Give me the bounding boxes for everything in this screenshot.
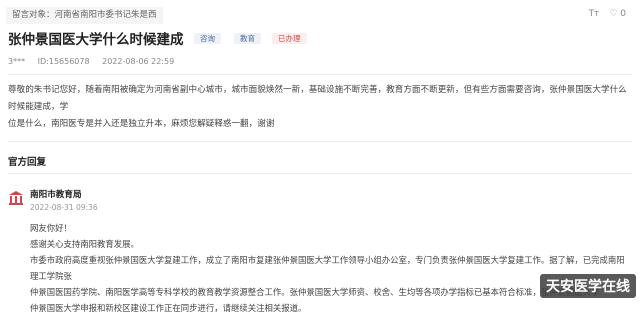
divider	[8, 173, 632, 174]
message-meta: 3*** ID:15656078 2022-08-06 22:59	[8, 57, 184, 66]
author: 3***	[8, 57, 26, 66]
tag-status-handled: 已办理	[272, 33, 307, 44]
divider	[8, 141, 632, 142]
reply-line: 仲景国医大学申报和新校区建设工作正在同步进行，请继续关注相关报道。	[30, 303, 307, 313]
heart-icon: ♡	[609, 9, 618, 19]
like-count: 0	[620, 9, 626, 19]
reply-content: 网友你好！ 感谢关心支持南阳教育发展。 市委市政府高度重视张仲景国医大学复建工作…	[30, 220, 630, 316]
like-button[interactable]: ♡ 0	[609, 9, 626, 19]
reply-org-name: 南阳市教育局	[30, 190, 82, 200]
reply-line: 感谢关心支持南阳教育发展。	[30, 239, 139, 249]
message-id: ID:15656078	[37, 57, 90, 66]
divider	[8, 74, 632, 75]
tag-education: 教育	[234, 33, 261, 44]
tag-consult: 咨询	[194, 33, 221, 44]
message-datetime: 2022-08-06 22:59	[102, 57, 175, 66]
page-title: 张仲景国医大学什么时候建成	[8, 32, 184, 48]
message-content: 尊敬的朱书记您好，随着南阳被确定为河南省副中心城市，城市面貌焕然一新，基础设施不…	[8, 82, 634, 133]
section-title: 官方回复	[8, 157, 47, 168]
reply-line: 网友你好！	[30, 223, 72, 233]
message-line: 位是什么，南阳医专是并入还是独立升本，麻烦您解疑释惑一翻，谢谢	[8, 119, 275, 129]
government-building-icon	[8, 190, 24, 210]
breadcrumb: 留言对象：河南省南阳市委书记朱是西	[6, 7, 163, 24]
message-line: 尊敬的朱书记您好，随着南阳被确定为河南省副中心城市，城市面貌焕然一新，基础设施不…	[8, 85, 627, 112]
watermark: 天安医学在线	[540, 274, 636, 298]
reply-date: 2022-08-31 09:36	[30, 203, 98, 212]
toolbar: Tт ♡ 0	[589, 9, 626, 19]
font-size-icon[interactable]: Tт	[589, 9, 600, 19]
